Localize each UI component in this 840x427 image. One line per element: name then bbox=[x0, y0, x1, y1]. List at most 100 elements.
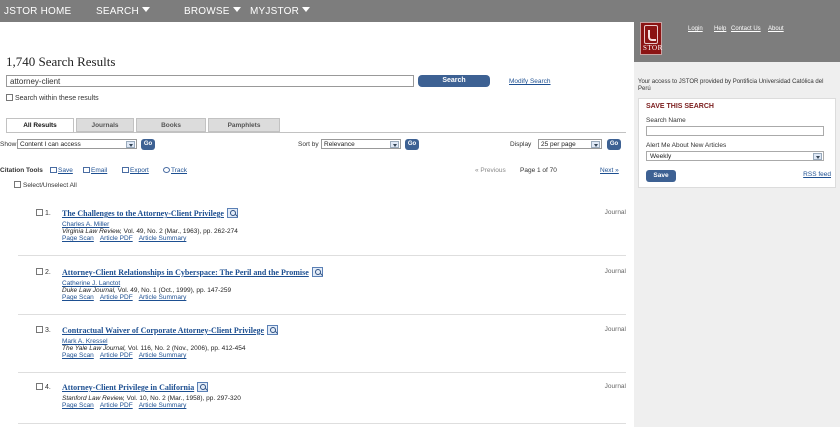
article-pdf-link[interactable]: Article PDF bbox=[100, 402, 133, 409]
chevron-down-icon bbox=[390, 141, 399, 148]
export-citation-label: Export bbox=[130, 167, 149, 174]
result-number-label: 2. bbox=[45, 269, 51, 276]
result-citation-detail: Vol. 49, No. 2 (Mar., 1963), pp. 262-274 bbox=[121, 228, 238, 235]
alert-frequency-select[interactable]: Weekly bbox=[646, 151, 824, 161]
page-indicator: Page 1 of 70 bbox=[520, 167, 557, 174]
result-citation: Duke Law Journal, Vol. 49, No. 1 (Oct., … bbox=[62, 287, 231, 294]
search-input[interactable]: attorney-client bbox=[6, 75, 414, 87]
rss-feed-link[interactable]: RSS feed bbox=[803, 171, 831, 178]
show-label: Show bbox=[0, 141, 17, 148]
help-link[interactable]: Help bbox=[714, 26, 726, 32]
result-number-label: 1. bbox=[45, 210, 51, 217]
result-title: Attorney-Client Relationships in Cybersp… bbox=[62, 268, 309, 277]
result-citation: The Yale Law Journal, Vol. 116, No. 2 (N… bbox=[62, 345, 245, 352]
result-type: Journal bbox=[604, 209, 626, 216]
result-checkbox[interactable] bbox=[36, 209, 43, 216]
tab-pamphlets[interactable]: Pamphlets bbox=[208, 118, 280, 132]
result-checkbox[interactable] bbox=[36, 383, 43, 390]
select-all-label: Select/Unselect All bbox=[23, 182, 77, 189]
result-links: Page Scan Article PDF Article Summary bbox=[62, 402, 192, 409]
track-icon bbox=[163, 167, 170, 173]
result-type: Journal bbox=[604, 326, 626, 333]
show-select[interactable]: Content I can access bbox=[17, 139, 137, 149]
sort-go-button[interactable]: Go bbox=[405, 139, 419, 150]
result-journal: The Yale Law Journal, bbox=[62, 345, 127, 352]
email-citation-button[interactable]: Email bbox=[83, 167, 107, 174]
about-link[interactable]: About bbox=[768, 26, 784, 32]
search-within-option[interactable]: Search within these results bbox=[6, 94, 99, 102]
contact-us-link[interactable]: Contact Us bbox=[731, 26, 761, 32]
next-page-link[interactable]: Next » bbox=[600, 167, 619, 174]
nav-search[interactable]: SEARCH bbox=[96, 6, 150, 17]
jstor-seal-icon bbox=[644, 25, 658, 44]
save-citation-label: Save bbox=[58, 167, 73, 174]
magnifier-icon[interactable] bbox=[197, 382, 209, 392]
logo-text: STOR bbox=[643, 44, 663, 52]
result-title-link[interactable]: Attorney-Client Privilege in California bbox=[62, 382, 209, 392]
article-summary-link[interactable]: Article Summary bbox=[139, 352, 187, 359]
save-icon bbox=[50, 167, 57, 173]
result-checkbox[interactable] bbox=[36, 268, 43, 275]
result-author[interactable]: Charles A. Miller bbox=[62, 221, 109, 228]
article-pdf-link[interactable]: Article PDF bbox=[100, 235, 133, 242]
result-title: Attorney-Client Privilege in California bbox=[62, 383, 195, 392]
select-all-checkbox[interactable] bbox=[14, 181, 21, 188]
page-scan-link[interactable]: Page Scan bbox=[62, 235, 94, 242]
result-author[interactable]: Catherine J. Lanctot bbox=[62, 280, 120, 287]
search-button[interactable]: Search bbox=[418, 75, 490, 87]
modify-search-link[interactable]: Modify Search bbox=[509, 78, 551, 85]
page-scan-link[interactable]: Page Scan bbox=[62, 294, 94, 301]
result-title-link[interactable]: Contractual Waiver of Corporate Attorney… bbox=[62, 325, 279, 335]
magnifier-icon[interactable] bbox=[267, 325, 279, 335]
track-citation-button[interactable]: Track bbox=[163, 167, 187, 174]
result-citation-detail: Vol. 49, No. 1 (Oct., 1999), pp. 147-259 bbox=[115, 287, 232, 294]
result-journal: Virginia Law Review, bbox=[62, 228, 122, 235]
sort-select[interactable]: Relevance bbox=[321, 139, 401, 149]
email-citation-label: Email bbox=[91, 167, 108, 174]
article-pdf-link[interactable]: Article PDF bbox=[100, 352, 133, 359]
tab-all-results[interactable]: All Results bbox=[6, 118, 74, 133]
tab-books[interactable]: Books bbox=[136, 118, 206, 132]
nav-myjstor-label: MyJSTOR bbox=[250, 6, 299, 17]
show-go-button[interactable]: Go bbox=[141, 139, 155, 150]
article-summary-link[interactable]: Article Summary bbox=[139, 294, 187, 301]
page-scan-link[interactable]: Page Scan bbox=[62, 402, 94, 409]
article-summary-link[interactable]: Article Summary bbox=[139, 235, 187, 242]
article-summary-link[interactable]: Article Summary bbox=[139, 402, 187, 409]
result-author[interactable]: Mark A. Kressel bbox=[62, 338, 108, 345]
save-search-panel: SAVE THIS SEARCH Search Name Alert Me Ab… bbox=[638, 98, 836, 188]
search-within-checkbox[interactable] bbox=[6, 94, 13, 101]
export-icon bbox=[122, 167, 129, 173]
chevron-down-icon bbox=[591, 141, 600, 148]
result-citation: Virginia Law Review, Vol. 49, No. 2 (Mar… bbox=[62, 228, 238, 235]
magnifier-icon[interactable] bbox=[311, 267, 323, 277]
nav-jstor-home[interactable]: JSTOR HOME bbox=[4, 6, 71, 17]
save-search-button[interactable]: Save bbox=[646, 170, 676, 182]
result-number-label: 4. bbox=[45, 384, 51, 391]
display-go-button[interactable]: Go bbox=[607, 139, 621, 150]
tab-journals[interactable]: Journals bbox=[76, 118, 134, 132]
search-name-label: Search Name bbox=[646, 117, 686, 124]
export-citation-button[interactable]: Export bbox=[122, 167, 149, 174]
access-notice: Your access to JSTOR provided by Pontifi… bbox=[638, 79, 824, 92]
result-title-link[interactable]: The Challenges to the Attorney-Client Pr… bbox=[62, 208, 238, 218]
result-number-label: 3. bbox=[45, 327, 51, 334]
display-select[interactable]: 25 per page bbox=[538, 139, 602, 149]
select-all-option[interactable]: Select/Unselect All bbox=[14, 181, 77, 189]
save-citation-button[interactable]: Save bbox=[50, 167, 73, 174]
nav-browse[interactable]: BROWSE bbox=[184, 6, 241, 17]
previous-page-link[interactable]: « Previous bbox=[475, 167, 506, 174]
page-scan-link[interactable]: Page Scan bbox=[62, 352, 94, 359]
result-divider bbox=[18, 314, 626, 315]
result-title: The Challenges to the Attorney-Client Pr… bbox=[62, 209, 224, 218]
result-citation: Stanford Law Review, Vol. 10, No. 2 (Mar… bbox=[62, 395, 241, 402]
tab-divider bbox=[6, 132, 626, 133]
result-title-link[interactable]: Attorney-Client Relationships in Cybersp… bbox=[62, 267, 323, 277]
article-pdf-link[interactable]: Article PDF bbox=[100, 294, 133, 301]
magnifier-icon[interactable] bbox=[226, 208, 238, 218]
jstor-logo[interactable]: STOR bbox=[640, 22, 662, 55]
search-name-input[interactable] bbox=[646, 126, 824, 136]
login-link[interactable]: Login bbox=[688, 26, 703, 32]
result-checkbox[interactable] bbox=[36, 326, 43, 333]
nav-myjstor[interactable]: MyJSTOR bbox=[250, 6, 310, 17]
